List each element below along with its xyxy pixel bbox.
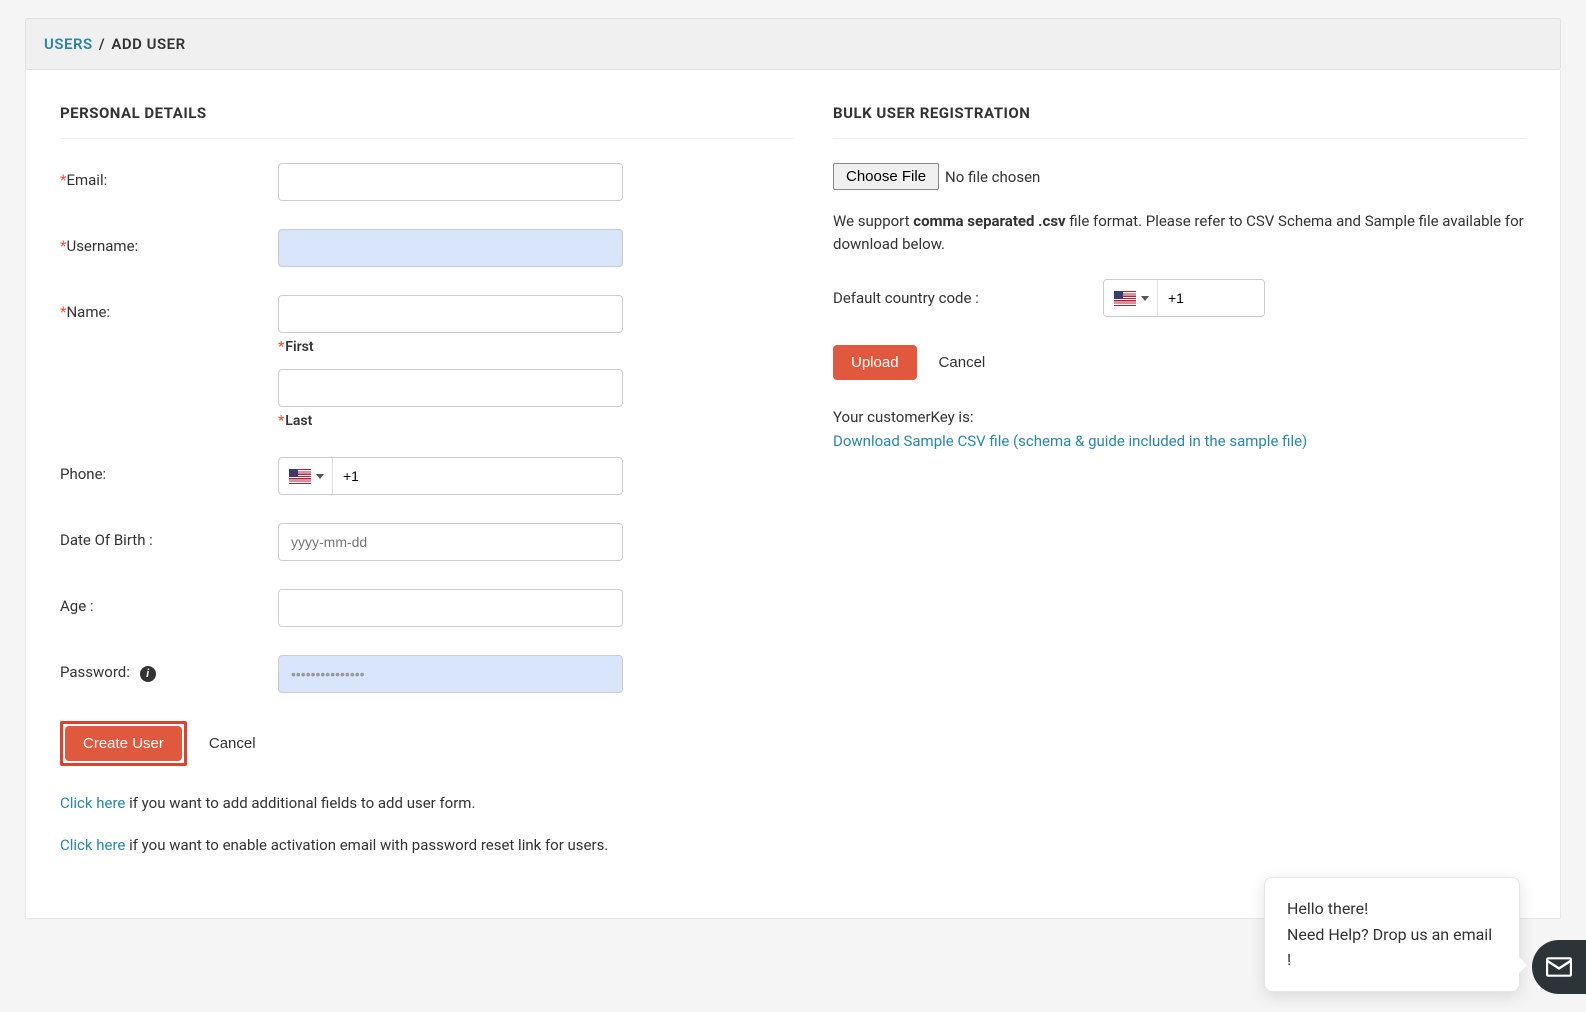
breadcrumb-current: ADD USER (111, 35, 185, 53)
activation-email-link[interactable]: Click here (60, 836, 125, 854)
phone-country-select[interactable] (279, 458, 333, 494)
upload-button[interactable]: Upload (833, 345, 917, 380)
last-name-field[interactable] (278, 369, 623, 407)
cancel-button[interactable]: Cancel (195, 726, 270, 761)
create-user-button[interactable]: Create User (65, 726, 182, 761)
last-sublabel: Last (285, 413, 312, 429)
add-fields-text: if you want to add additional fields to … (125, 794, 475, 812)
password-field[interactable] (278, 655, 623, 693)
first-sublabel: First (285, 339, 313, 355)
bulk-cancel-button[interactable]: Cancel (925, 345, 1000, 380)
dob-field[interactable] (278, 523, 623, 561)
default-country-code-label: Default country code : (833, 289, 1103, 307)
password-label: Password: (60, 663, 130, 681)
email-field[interactable] (278, 163, 623, 201)
email-label: Email: (66, 171, 107, 189)
choose-file-button[interactable]: Choose File (833, 163, 939, 190)
age-field[interactable] (278, 589, 623, 627)
breadcrumb: USERS / ADD USER (25, 18, 1561, 70)
chevron-down-icon (1141, 296, 1149, 301)
activation-email-text: if you want to enable activation email w… (125, 836, 608, 854)
first-name-field[interactable] (278, 295, 623, 333)
personal-details-title: PERSONAL DETAILS (60, 104, 793, 139)
default-cc-select[interactable] (1104, 280, 1158, 316)
info-icon[interactable]: i (140, 666, 156, 682)
default-cc-field[interactable] (1158, 280, 1264, 316)
dob-label: Date Of Birth : (60, 531, 153, 549)
phone-field[interactable] (333, 458, 622, 494)
username-label: Username: (66, 237, 138, 255)
chat-line1: Hello there! (1287, 896, 1497, 922)
chat-line2: Need Help? Drop us an email ! (1287, 922, 1497, 973)
phone-field-wrapper (278, 457, 623, 495)
support-text: We support comma separated .csv file for… (833, 210, 1526, 255)
age-label: Age : (60, 597, 94, 615)
breadcrumb-users-link[interactable]: USERS (44, 35, 93, 53)
no-file-text: No file chosen (945, 168, 1040, 186)
phone-label: Phone: (60, 465, 106, 483)
name-label: Name: (66, 303, 110, 321)
customerkey-label: Your customerKey is: (833, 408, 973, 426)
breadcrumb-separator: / (99, 35, 105, 53)
us-flag-icon (289, 469, 311, 484)
create-user-highlight: Create User (60, 721, 187, 766)
username-field[interactable] (278, 229, 623, 267)
us-flag-icon (1114, 291, 1136, 306)
download-sample-link[interactable]: Download Sample CSV file (schema & guide… (833, 432, 1307, 450)
mail-icon (1546, 957, 1572, 977)
chevron-down-icon (316, 474, 324, 479)
default-country-code-wrapper (1103, 279, 1265, 317)
add-fields-link[interactable]: Click here (60, 794, 125, 812)
chat-bubble-button[interactable] (1532, 940, 1586, 994)
bulk-registration-title: BULK USER REGISTRATION (833, 104, 1526, 139)
chat-help-popup: Hello there! Need Help? Drop us an email… (1264, 877, 1520, 992)
